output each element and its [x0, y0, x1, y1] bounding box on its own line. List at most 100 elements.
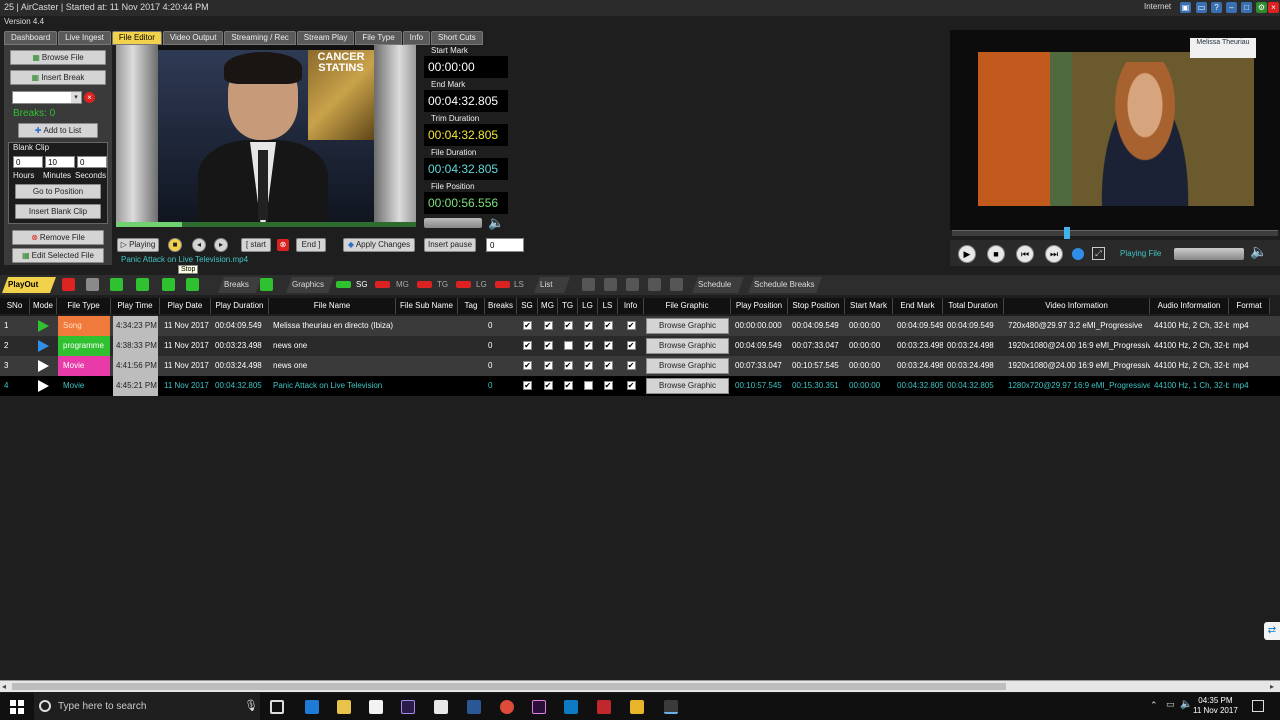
minimize-icon[interactable]: – — [1226, 2, 1237, 13]
list-tool-icon[interactable] — [670, 278, 683, 291]
list-tool-icon[interactable] — [582, 278, 595, 291]
tab-schedule-breaks[interactable]: Schedule Breaks — [748, 277, 822, 293]
insert-pause-button[interactable]: Insert pause — [424, 238, 476, 252]
browse-graphic-button[interactable]: Browse Graphic — [646, 378, 729, 394]
cell-file-name[interactable]: Melissa theuriau en directo (Ibiza) — [269, 316, 396, 336]
column-header-video-information[interactable]: Video Information — [1004, 298, 1150, 314]
tab-file-type[interactable]: File Type — [355, 31, 402, 45]
live-indicator-icon[interactable] — [1072, 248, 1084, 260]
mode-play-icon[interactable] — [38, 340, 49, 352]
mg-checkbox[interactable]: ✔ — [543, 321, 553, 330]
insert-break-button[interactable]: ▦ Insert Break — [10, 70, 106, 85]
info-checkbox[interactable]: ✔ — [626, 321, 636, 330]
forward-icon[interactable]: ▸ — [214, 238, 228, 252]
column-header-breaks[interactable]: Breaks — [485, 298, 517, 314]
add-item-icon[interactable] — [110, 278, 123, 291]
premiere-icon[interactable] — [532, 700, 546, 714]
taskbar-clock[interactable]: 04:35 PM 11 Nov 2017 — [1193, 696, 1238, 716]
add-folder-icon[interactable] — [162, 278, 175, 291]
aircaster-taskbar-icon[interactable] — [664, 700, 678, 714]
mg-checkbox[interactable]: ✔ — [543, 381, 553, 390]
column-header-end-mark[interactable]: End Mark — [893, 298, 943, 314]
breaks-add-icon[interactable] — [260, 278, 273, 291]
teamviewer-taskbar-icon[interactable] — [564, 700, 578, 714]
column-header-file-sub-name[interactable]: File Sub Name — [396, 298, 458, 314]
player-seek-knob[interactable] — [1064, 227, 1070, 239]
file-explorer-icon[interactable] — [337, 700, 351, 714]
info-checkbox[interactable]: ✔ — [626, 381, 636, 390]
taskbar-search-input[interactable]: Type here to search — [34, 693, 260, 720]
table-row[interactable]: 4 Movie 4:45:21 PM 11 Nov 2017 00:04:32.805 P… — [0, 376, 1280, 396]
edge-icon[interactable] — [305, 700, 319, 714]
mark-value[interactable]: 00:00:56.556 — [424, 192, 508, 214]
next-icon[interactable]: ⏭ — [1045, 245, 1063, 263]
list-tool-icon[interactable] — [626, 278, 639, 291]
tab-stream-play[interactable]: Stream Play — [296, 31, 355, 45]
previous-icon[interactable]: ⏮ — [1016, 245, 1034, 263]
player-seek-slider[interactable] — [952, 227, 1278, 239]
column-header-lg[interactable]: LG — [578, 298, 598, 314]
ls-checkbox[interactable]: ✔ — [603, 381, 613, 390]
tab-breaks[interactable]: Breaks — [218, 277, 262, 293]
store-icon[interactable] — [369, 700, 383, 714]
preview-volume-slider[interactable] — [424, 218, 482, 228]
network-tray-icon[interactable]: ▭ — [1166, 699, 1175, 710]
close-icon[interactable]: × — [1268, 2, 1279, 13]
sg-indicator[interactable] — [336, 281, 351, 288]
column-header-mode[interactable]: Mode — [30, 298, 57, 314]
ls-indicator[interactable] — [495, 281, 510, 288]
teamviewer-icon[interactable]: ⇄ — [1264, 622, 1280, 640]
word-icon[interactable] — [467, 700, 481, 714]
cell-file-name[interactable]: Panic Attack on Live Television — [269, 376, 396, 396]
add-to-list-button[interactable]: ✚ Add to List — [18, 123, 98, 138]
info-checkbox[interactable]: ✔ — [626, 341, 636, 350]
column-header-start-mark[interactable]: Start Mark — [845, 298, 893, 314]
column-header-total-duration[interactable]: Total Duration — [943, 298, 1004, 314]
browse-graphic-button[interactable]: Browse Graphic — [646, 318, 729, 334]
stop-icon[interactable]: ■ — [168, 238, 182, 252]
playing-toggle[interactable]: ▷ Playing — [117, 238, 159, 252]
chevron-down-icon[interactable]: ▾ — [71, 92, 81, 103]
horizontal-scrollbar[interactable]: ◂ ▸ — [0, 680, 1280, 692]
browse-graphic-button[interactable]: Browse Graphic — [646, 358, 729, 374]
start-mark-button[interactable]: [ start — [241, 238, 271, 252]
pause-seconds-stepper[interactable]: 0 — [486, 238, 524, 252]
preview-seek-bar[interactable] — [116, 222, 416, 227]
output-player[interactable]: Melissa Theuriau — [950, 30, 1280, 230]
maximize-icon[interactable]: □ — [1241, 2, 1252, 13]
column-header-play-position[interactable]: Play Position — [731, 298, 788, 314]
windows-start-icon[interactable] — [10, 700, 24, 714]
microphone-icon[interactable]: 🎙 — [244, 699, 258, 712]
export-icon[interactable] — [186, 278, 199, 291]
tg-checkbox[interactable]: ✔ — [563, 381, 573, 390]
go-to-position-button[interactable]: Go to Position — [15, 184, 101, 199]
seconds-stepper[interactable]: 0 — [77, 156, 107, 168]
player-volume-slider[interactable] — [1174, 248, 1244, 260]
monitor-icon[interactable]: ▭ — [1196, 2, 1207, 13]
tab-graphics[interactable]: Graphics — [286, 277, 334, 293]
media-app-icon[interactable] — [630, 700, 644, 714]
remove-file-button[interactable]: ⊗ Remove File — [12, 230, 104, 245]
lg-checkbox[interactable] — [583, 381, 593, 390]
volume-tray-icon[interactable]: 🔈 — [1180, 699, 1192, 710]
column-header-audio-information[interactable]: Audio Information — [1150, 298, 1229, 314]
play-icon[interactable]: ▶ — [958, 245, 976, 263]
tg-checkbox[interactable] — [563, 341, 573, 350]
after-effects-icon[interactable] — [401, 700, 415, 714]
tg-checkbox[interactable]: ✔ — [563, 361, 573, 370]
column-header-play-time[interactable]: Play Time — [111, 298, 160, 314]
mg-indicator[interactable] — [375, 281, 390, 288]
scrollbar-thumb[interactable] — [12, 683, 1006, 690]
info-checkbox[interactable]: ✔ — [626, 361, 636, 370]
delete-icon[interactable] — [62, 278, 75, 291]
column-header-file-graphic[interactable]: File Graphic — [644, 298, 731, 314]
mark-value[interactable]: 00:04:32.805 — [424, 90, 508, 112]
video-preview[interactable]: CANCER STATINS — [116, 45, 416, 226]
network-icon[interactable]: ▣ — [1180, 2, 1191, 13]
column-header-sg[interactable]: SG — [517, 298, 538, 314]
mail-icon[interactable] — [434, 700, 448, 714]
column-header-ls[interactable]: LS — [598, 298, 618, 314]
mode-play-icon[interactable] — [38, 320, 49, 332]
lg-indicator[interactable] — [456, 281, 471, 288]
refresh-icon[interactable] — [136, 278, 149, 291]
